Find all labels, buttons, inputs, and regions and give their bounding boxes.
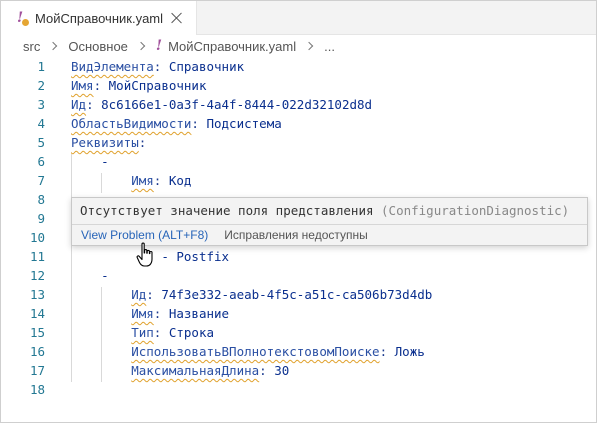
line-number: 1 [37,59,45,74]
yaml-value: 74f3e332-aeab-4f5c-a51c-ca506b73d4db [161,287,433,302]
line-number: 3 [37,97,45,112]
line-number: 5 [37,135,45,150]
line-number: 9 [37,211,45,226]
chevron-right-icon [306,42,314,50]
editor-window: ! МойСправочник.yaml src Основное ! МойС… [0,0,597,423]
yaml-key: Реквизиты [71,135,139,150]
view-problem-link[interactable]: View Problem (ALT+F8) [81,228,208,242]
chevron-right-icon [138,42,146,50]
diagnostic-text: Отсутствует значение поля представления [80,203,382,218]
line-number: 6 [37,154,45,169]
no-fixes-label: Исправления недоступны [224,228,368,242]
breadcrumb: src Основное ! МойСправочник.yaml ... [1,35,596,57]
diagnostic-source: (ConfigurationDiagnostic) [381,203,570,218]
tab-bar: ! МойСправочник.yaml [1,1,596,35]
code-line: ИспользоватьВПолнотекстовомПоиске: Ложь [131,344,425,359]
line-number: 15 [29,325,45,340]
breadcrumb-src[interactable]: src [1,39,44,54]
yaml-value: Ложь [394,344,425,359]
line-number: 13 [29,287,45,302]
hand-cursor-icon [136,242,153,267]
diagnostic-hover: Отсутствует значение поля представления … [71,197,588,246]
yaml-value: Название [168,306,230,321]
yaml-key: ОбластьВидимости [71,116,192,131]
breadcrumb-file[interactable]: МойСправочник.yaml [168,39,300,54]
yaml-key: Имя [71,78,94,93]
yaml-key: ИспользоватьВПолнотекстовомПоиске [131,344,380,359]
yaml-dash: - [101,268,109,283]
line-number: 4 [37,116,45,131]
yaml-value: - Postfix [161,249,230,264]
yaml-value: Код [168,173,192,188]
yaml-file-icon: ! [155,38,163,54]
yaml-value: 8c6166e1-0a3f-4a4f-8444-022d32102d8d [101,97,373,112]
code-line: ВидЭлемента: Справочник [71,59,245,74]
code-line: Тип: Строка [131,325,215,340]
code-line: Имя: МойСправочник [71,78,207,93]
yaml-value: 30 [274,363,290,378]
code-line: ОбластьВидимости: Подсистема [71,116,282,131]
code-line: Ид: 74f3e332-aeab-4f5c-a51c-ca506b73d4db [131,287,433,302]
line-number: 16 [29,344,45,359]
yaml-value: МойСправочник [108,78,207,93]
breadcrumb-osnovnoe[interactable]: Основное [64,39,132,54]
tab-label: МойСправочник.yaml [35,10,164,26]
diagnostic-message: Отсутствует значение поля представления … [80,203,569,218]
chevron-right-icon [50,42,58,50]
line-number: 7 [37,173,45,188]
line-number: 17 [29,363,45,378]
code-line: - [71,154,109,169]
yaml-key: Ид [131,287,147,302]
code-line: Реквизиты: [71,135,147,150]
code-line: Имя: Код [131,173,192,188]
line-number: 2 [37,78,45,93]
close-icon[interactable] [170,11,184,25]
yaml-key: Тип [131,325,154,340]
yaml-key: ВидЭлемента [71,59,154,74]
tab-file[interactable]: ! МойСправочник.yaml [1,1,197,35]
code-line: - [71,268,109,283]
yaml-dash: - [101,154,109,169]
yaml-key: МаксимальнаяДлина [131,363,260,378]
code-editor[interactable]: 1 2 3 4 5 6 7 8 9 10 11 12 13 14 15 16 1… [1,58,596,422]
line-number: 11 [29,249,45,264]
yaml-value: Подсистема [206,116,282,131]
yaml-key: Ид [71,97,87,112]
line-number: 12 [29,268,45,283]
code-line: МаксимальнаяДлина: 30 [131,363,290,378]
yaml-value: Строка [168,325,215,340]
line-number: 8 [37,192,45,207]
yaml-key: Имя [131,306,154,321]
breadcrumb-more[interactable]: ... [320,39,339,54]
yaml-key: Имя [131,173,154,188]
line-number: 14 [29,306,45,321]
code-line: Имя: Название [131,306,230,321]
yaml-value: Справочник [168,59,245,74]
line-number: 10 [29,230,45,245]
yaml-warning-file-icon: ! [17,10,31,26]
line-number: 18 [29,382,45,397]
code-line: Ид: 8c6166e1-0a3f-4a4f-8444-022d32102d8d [71,97,373,112]
